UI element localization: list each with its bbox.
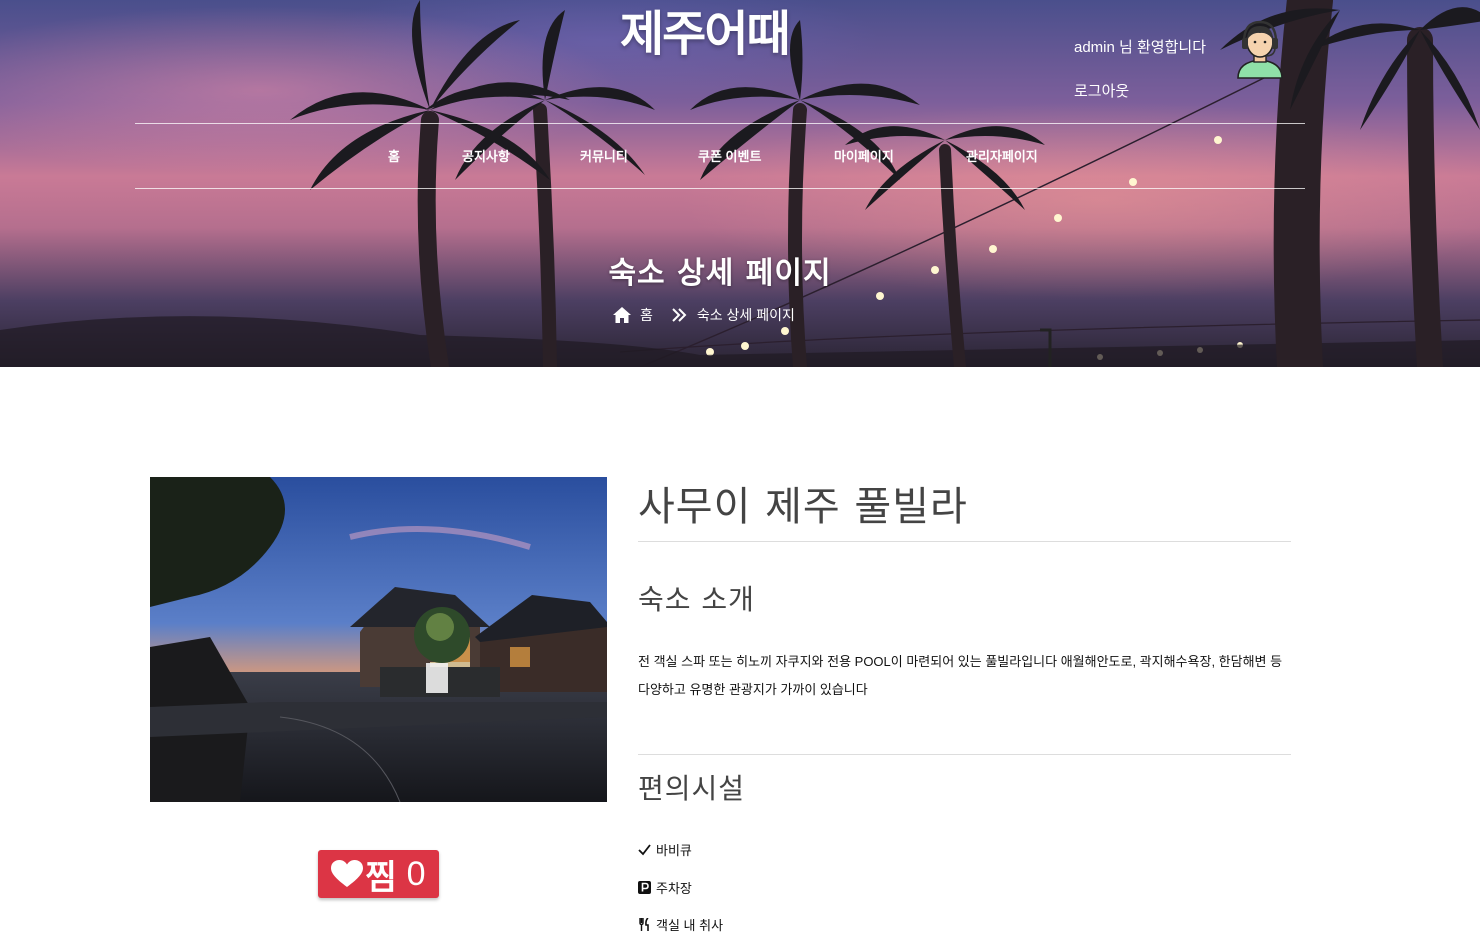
- amenity-item: 바비큐: [638, 840, 692, 859]
- nav-item-admin[interactable]: 관리자페이지: [966, 146, 1038, 165]
- like-label: 찜: [365, 858, 397, 897]
- nav-item-coupon-event[interactable]: 쿠폰 이벤트: [698, 146, 761, 165]
- parking-icon: [638, 881, 651, 894]
- home-icon[interactable]: [612, 306, 632, 324]
- like-count: 0: [406, 854, 426, 893]
- logout-link[interactable]: 로그아웃: [1074, 80, 1129, 101]
- double-chevron-right-icon: [672, 308, 687, 322]
- divider: [638, 541, 1291, 542]
- amenities-heading: 편의시설: [638, 772, 746, 805]
- breadcrumb-current: 숙소 상세 페이지: [696, 307, 795, 323]
- amenity-label: 주차장: [656, 881, 692, 896]
- nav-divider-top: [135, 123, 1305, 124]
- headset-user-avatar-icon[interactable]: [1234, 18, 1286, 80]
- amenity-item: 주차장: [638, 878, 692, 897]
- intro-text: 전 객실 스파 또는 히노끼 자쿠지와 전용 POOL이 마련되어 있는 풀빌라…: [638, 654, 1283, 697]
- page-title: 숙소 상세 페이지: [608, 256, 832, 291]
- intro-heading: 숙소 소개: [638, 583, 755, 616]
- site-logo[interactable]: 제주어때: [620, 4, 820, 64]
- nav-item-community[interactable]: 커뮤니티: [580, 146, 628, 165]
- hero-banner: 제주어때 admin 님 환영합니다 로그아웃 홈 공지사항 커뮤니티 쿠폰 이…: [0, 0, 1480, 367]
- breadcrumb-home-link[interactable]: 홈: [640, 305, 653, 325]
- heart-icon: [331, 860, 364, 887]
- amenity-label: 객실 내 취사: [656, 918, 724, 933]
- nav-divider-bottom: [135, 188, 1305, 189]
- nav-item-notices[interactable]: 공지사항: [462, 146, 510, 165]
- accommodation-name: 사무이 제주 풀빌라: [638, 484, 968, 530]
- welcome-message: admin 님 환영합니다: [1074, 39, 1206, 56]
- utensils-icon: [639, 918, 649, 931]
- check-icon: [638, 844, 651, 856]
- amenity-item: 객실 내 취사: [638, 915, 723, 934]
- like-button[interactable]: 찜 0: [318, 850, 439, 898]
- breadcrumb: 홈 숙소 상세 페이지: [612, 304, 795, 326]
- divider: [638, 754, 1291, 755]
- nav-item-mypage[interactable]: 마이페이지: [834, 146, 894, 165]
- nav-item-home[interactable]: 홈: [388, 146, 400, 165]
- accommodation-photo: [150, 477, 607, 802]
- amenity-label: 바비큐: [656, 843, 692, 858]
